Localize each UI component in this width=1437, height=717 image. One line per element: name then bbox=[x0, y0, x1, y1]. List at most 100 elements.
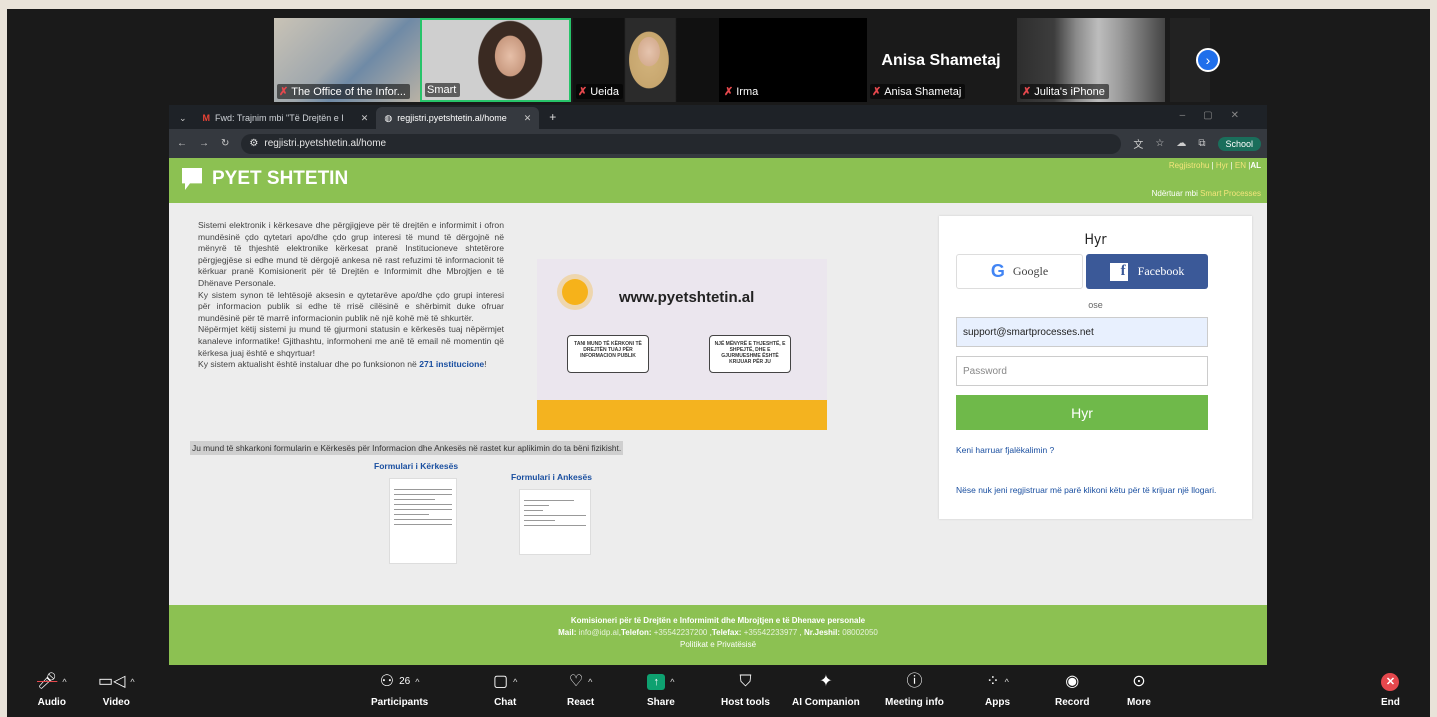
back-icon[interactable]: ← bbox=[177, 138, 187, 149]
login-submit-button[interactable]: Hyr bbox=[956, 395, 1208, 430]
participant-name: Anisa Shametaj bbox=[884, 85, 962, 98]
end-meeting-button[interactable]: ✕ End bbox=[1381, 671, 1400, 708]
video-button[interactable]: ▭◁ ^ Video bbox=[98, 671, 135, 708]
complaint-form-link[interactable]: Formulari i Ankesës bbox=[511, 472, 592, 482]
login-link[interactable]: Hyr bbox=[1216, 161, 1228, 170]
participant-tile[interactable]: Anisa Shametaj ✗ Anisa Shametaj bbox=[867, 18, 1015, 102]
react-button[interactable]: ♡ ^ React bbox=[567, 671, 594, 708]
register-link[interactable]: Nëse nuk jeni regjistruar më parë klikon… bbox=[956, 484, 1241, 496]
chevron-up-icon[interactable]: ^ bbox=[588, 671, 592, 693]
byline-brand-link[interactable]: Smart Processes bbox=[1200, 189, 1261, 198]
tab-title: Fwd: Trajnim mbi "Të Drejtën e I bbox=[215, 113, 344, 123]
browser-tab-active[interactable]: ◍ regjistri.pyetshtetin.al/home ✕ bbox=[376, 107, 540, 129]
forward-icon[interactable]: → bbox=[199, 138, 209, 149]
bookmark-star-icon[interactable]: ☆ bbox=[1155, 138, 1164, 149]
footer-mail[interactable]: info@idp.al bbox=[579, 628, 619, 637]
banner-url: www.pyetshtetin.al bbox=[619, 289, 755, 306]
tab-search-icon[interactable]: ⌄ bbox=[169, 113, 195, 129]
mic-muted-icon: ✗ bbox=[872, 86, 882, 98]
audio-button[interactable]: 🎤︎ ^ Audio bbox=[37, 671, 67, 708]
participant-tile[interactable]: ✗ Irma bbox=[719, 18, 867, 102]
site-info-icon[interactable]: ⚙ bbox=[249, 138, 258, 149]
mic-muted-icon: 🎤︎ bbox=[37, 673, 58, 690]
participant-tile[interactable]: ✗ Ueida bbox=[573, 18, 719, 102]
top-links: Regjistrohu | Hyr | EN |AL bbox=[1168, 161, 1261, 170]
ai-companion-button[interactable]: ✦ AI Companion bbox=[792, 671, 860, 708]
info-icon: ⓘ bbox=[906, 673, 923, 690]
close-tab-icon[interactable]: ✕ bbox=[361, 113, 369, 124]
chat-question-icon bbox=[182, 168, 202, 190]
participant-tile-active[interactable]: Smart bbox=[420, 18, 571, 102]
chevron-up-icon[interactable]: ^ bbox=[415, 671, 419, 693]
chevron-up-icon[interactable]: ^ bbox=[513, 671, 517, 693]
google-login-button[interactable]: G Google bbox=[956, 254, 1083, 289]
url-field[interactable]: ⚙ regjistri.pyetshtetin.al/home bbox=[241, 133, 1122, 154]
reload-icon[interactable]: ↻ bbox=[221, 138, 229, 149]
google-icon: G bbox=[990, 261, 1005, 281]
banner-bubble: TANI MUND TË KËRKONI TË DREJTËN TUAJ PËR… bbox=[567, 335, 649, 373]
participant-name: Smart bbox=[427, 84, 457, 96]
next-page-button[interactable]: › bbox=[1196, 48, 1220, 72]
sparkle-icon: ✦ bbox=[819, 673, 833, 690]
participant-name: The Office of the Infor... bbox=[291, 85, 406, 98]
chevron-up-icon[interactable]: ^ bbox=[62, 671, 66, 693]
profile-button[interactable]: School bbox=[1217, 136, 1262, 151]
chevron-right-icon: › bbox=[1205, 52, 1211, 68]
login-panel: Hyr G Google f Facebook ose support@smar… bbox=[939, 216, 1252, 519]
byline: Ndërtuar mbi Smart Processes bbox=[1151, 189, 1261, 198]
more-button[interactable]: ⊙ More bbox=[1127, 671, 1151, 708]
participant-tile[interactable]: ✗ Julita's iPhone bbox=[1017, 18, 1165, 102]
email-field[interactable]: support@smartprocesses.net bbox=[956, 317, 1208, 347]
meeting-info-button[interactable]: ⓘ Meeting info bbox=[885, 671, 944, 708]
forgot-password-link[interactable]: Keni harruar fjalëkalimin ? bbox=[956, 445, 1054, 455]
close-tab-icon[interactable]: ✕ bbox=[524, 113, 532, 124]
mic-muted-icon: ✗ bbox=[578, 86, 588, 98]
participant-display-name: Anisa Shametaj bbox=[881, 52, 1001, 69]
new-tab-button[interactable]: + bbox=[539, 110, 566, 129]
register-link[interactable]: Regjistrohu bbox=[1169, 161, 1209, 170]
puzzle-icon[interactable]: ⧉ bbox=[1198, 138, 1205, 149]
chat-icon: ▢ bbox=[493, 673, 509, 690]
translate-icon[interactable]: 文 bbox=[1133, 136, 1143, 151]
request-form-link[interactable]: Formulari i Kërkesës bbox=[374, 461, 458, 471]
share-screen-icon: ↑ bbox=[647, 674, 666, 690]
chevron-up-icon[interactable]: ^ bbox=[130, 671, 134, 693]
intro-text: Sistemi elektronik i kërkesave dhe përgj… bbox=[198, 220, 504, 370]
facebook-login-button[interactable]: f Facebook bbox=[1086, 254, 1208, 289]
chevron-up-icon[interactable]: ^ bbox=[670, 671, 674, 693]
window-controls[interactable]: –▢✕ bbox=[1180, 110, 1257, 121]
browser-addressbar: ← → ↻ ⚙ regjistri.pyetshtetin.al/home 文 … bbox=[169, 129, 1267, 158]
institutions-link[interactable]: 271 institucione bbox=[419, 359, 484, 369]
record-button[interactable]: ◉ Record bbox=[1055, 671, 1089, 708]
apps-button[interactable]: ⁘ ^ Apps bbox=[985, 671, 1010, 708]
lang-en-link[interactable]: EN bbox=[1235, 161, 1246, 170]
login-title: Hyr bbox=[1084, 232, 1107, 248]
extension-icon[interactable]: ☁ bbox=[1176, 138, 1186, 149]
host-tools-button[interactable]: ⛉ Host tools bbox=[721, 671, 770, 708]
privacy-policy-link[interactable]: Politikat e Privatësisë bbox=[169, 639, 1267, 651]
participant-name: Irma bbox=[736, 85, 759, 98]
share-button[interactable]: ↑ ^ Share bbox=[647, 671, 675, 708]
banner-bubble: NJË MËNYRË E THJESHTË, E SHPEJTË, DHE E … bbox=[709, 335, 791, 373]
participant-tile[interactable]: ✗ The Office of the Infor... bbox=[274, 18, 420, 102]
password-field[interactable]: Password bbox=[956, 356, 1208, 386]
facebook-icon: f bbox=[1109, 262, 1128, 281]
request-form-thumbnail[interactable] bbox=[389, 478, 457, 564]
participants-button[interactable]: ⚇ 26 ^ Participants bbox=[371, 671, 428, 708]
website: PYET SHTETIN Regjistrohu | Hyr | EN |AL … bbox=[169, 158, 1267, 665]
participant-name: Julita's iPhone bbox=[1034, 85, 1105, 98]
browser-tab[interactable]: M Fwd: Trajnim mbi "Të Drejtën e I ✕ bbox=[195, 107, 377, 129]
chat-button[interactable]: ▢ ^ Chat bbox=[493, 671, 517, 708]
site-logo[interactable]: PYET SHTETIN bbox=[182, 168, 348, 190]
participants-count: 26 bbox=[399, 676, 411, 687]
camera-off-icon: ▭◁ bbox=[98, 673, 126, 690]
promo-banner: www.pyetshtetin.al TANI MUND TË KËRKONI … bbox=[537, 259, 827, 430]
zoom-meeting-window: ✗ The Office of the Infor... Smart ✗ Ueida… bbox=[7, 9, 1430, 717]
record-icon: ◉ bbox=[1065, 673, 1080, 690]
browser-tabbar: ⌄ M Fwd: Trajnim mbi "Të Drejtën e I ✕ ◍… bbox=[169, 105, 1267, 129]
chevron-up-icon[interactable]: ^ bbox=[1005, 671, 1009, 693]
mic-muted-icon: ✗ bbox=[1022, 86, 1032, 98]
participants-icon: ⚇ bbox=[379, 673, 395, 690]
lang-al-link[interactable]: AL bbox=[1250, 161, 1261, 170]
complaint-form-thumbnail[interactable] bbox=[519, 489, 591, 555]
